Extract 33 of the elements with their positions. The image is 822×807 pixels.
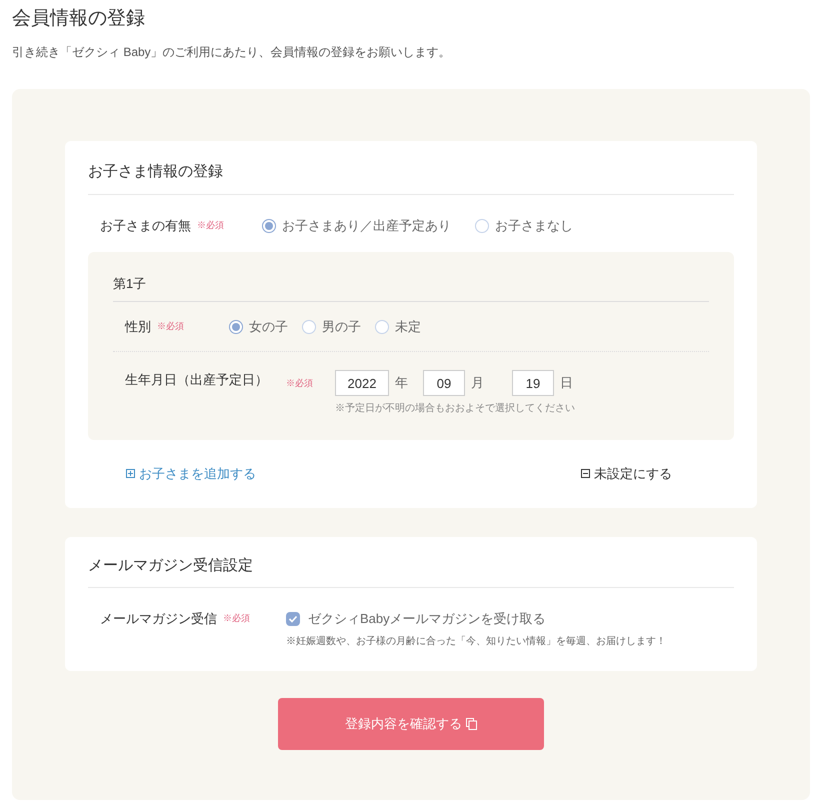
confirm-button[interactable]: 登録内容を確認する: [278, 698, 544, 750]
unit-label: 年: [395, 374, 409, 392]
field-label: お子さまの有無: [100, 216, 191, 235]
date-field[interactable]: 2022: [335, 370, 389, 396]
field-label: メールマガジン受信: [100, 610, 217, 628]
radio-option[interactable]: お子さまあり／出産予定あり: [262, 216, 451, 236]
unset-link[interactable]: 未設定にする: [581, 464, 672, 484]
section-title: お子さま情報の登録: [88, 161, 734, 194]
newsletter-checkbox[interactable]: ゼクシィBabyメールマガジンを受け取る: [286, 610, 666, 628]
required-mark: ※必須: [197, 218, 224, 232]
unit-label: 日: [560, 374, 573, 392]
copy-icon: [466, 718, 477, 730]
radio-option[interactable]: 未定: [375, 316, 421, 336]
child-title: 第1子: [113, 274, 709, 302]
required-mark: ※必須: [223, 612, 250, 626]
field-label: 生年月日（出産予定日）: [125, 371, 268, 389]
unit-label: 月: [471, 374, 485, 392]
minus-box-icon: [581, 469, 590, 478]
date-field[interactable]: 09: [423, 370, 465, 396]
plus-box-icon: [126, 469, 135, 478]
hint-text: ※妊娠週数や、お子様の月齢に合った「今、知りたい情報」を毎週、お届けします！: [286, 634, 666, 649]
date-field[interactable]: 19: [512, 370, 554, 396]
hint-text: ※予定日が不明の場合もおおよそで選択してください: [335, 402, 575, 416]
add-child-link[interactable]: お子さまを追加する: [126, 464, 256, 484]
page-subtitle: 引き続き「ゼクシィ Baby」のご利用にあたり、会員情報の登録をお願いします。: [12, 44, 452, 61]
radio-option[interactable]: 女の子: [229, 316, 288, 336]
field-label: 性別: [125, 318, 151, 336]
page-title: 会員情報の登録: [12, 7, 146, 31]
required-mark: ※必須: [157, 320, 184, 333]
required-mark: ※必須: [286, 378, 313, 388]
radio-option[interactable]: お子さまなし: [475, 216, 573, 236]
section-title: メールマガジン受信設定: [88, 554, 734, 588]
radio-option[interactable]: 男の子: [302, 316, 361, 336]
